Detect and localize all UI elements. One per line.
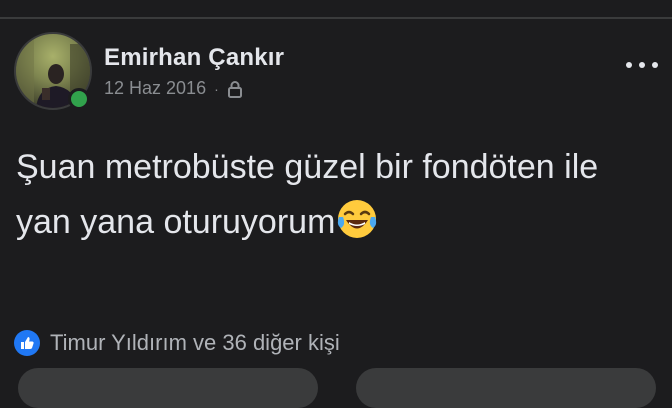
- reactions-bar[interactable]: Timur Yıldırım ve 36 diğer kişi: [14, 330, 340, 356]
- author-avatar[interactable]: [14, 32, 92, 110]
- post-date[interactable]: 12 Haz 2016: [104, 78, 206, 99]
- more-options-button[interactable]: [626, 58, 658, 72]
- like-icon: [14, 330, 40, 356]
- post-meta: 12 Haz 2016 ·: [104, 78, 243, 99]
- author-name[interactable]: Emirhan Çankır: [104, 44, 284, 72]
- action-button-right[interactable]: [356, 368, 656, 408]
- post-body: Şuan metrobüste güzel bir fondöten ile y…: [16, 140, 616, 250]
- online-status-indicator: [68, 88, 90, 110]
- face-with-tears-of-joy-icon: [335, 197, 379, 241]
- post-text: Şuan metrobüste güzel bir fondöten ile y…: [16, 148, 599, 241]
- lock-icon: [227, 80, 243, 98]
- action-button-left[interactable]: [18, 368, 318, 408]
- reactions-summary[interactable]: Timur Yıldırım ve 36 diğer kişi: [50, 330, 340, 356]
- top-divider: [0, 17, 672, 19]
- more-dot: [652, 62, 658, 68]
- more-horizontal-icon: [626, 62, 632, 68]
- meta-separator: ·: [214, 80, 219, 97]
- more-dot: [639, 62, 645, 68]
